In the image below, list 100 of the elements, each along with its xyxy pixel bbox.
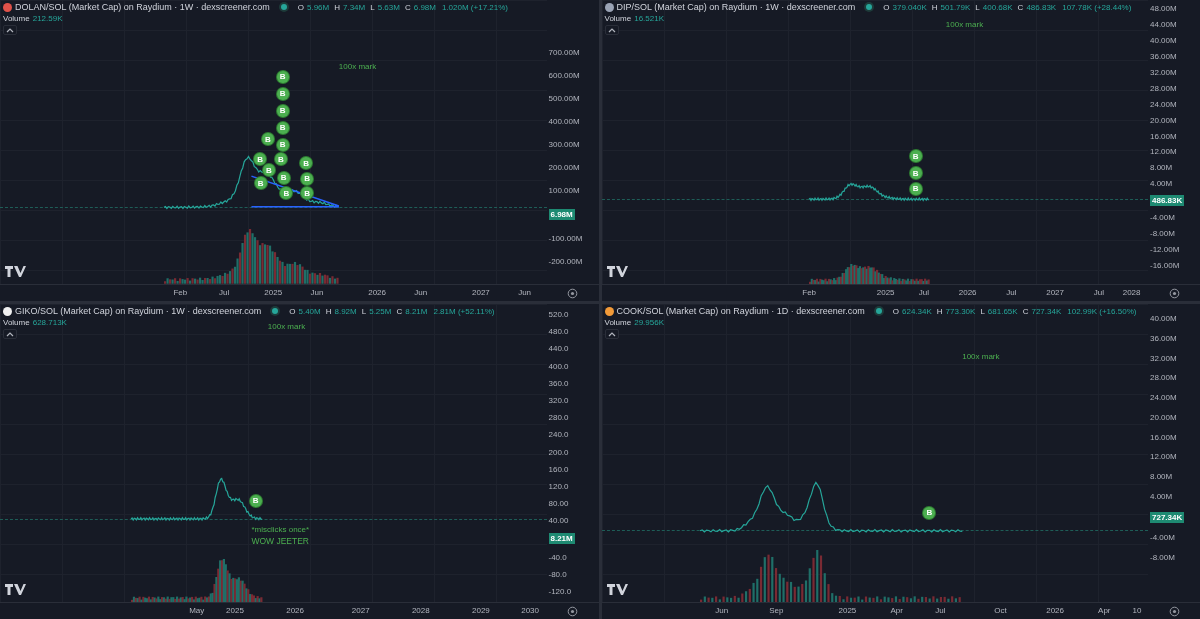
axis-label: 2028 — [411, 606, 430, 615]
axis-label: -8.00M — [1150, 229, 1175, 239]
axis-label: May — [189, 606, 205, 615]
ohlc-label: H — [334, 2, 340, 12]
caret-icon — [6, 27, 14, 33]
axis-label: Apr — [890, 606, 903, 615]
axis-label: 400.00M — [548, 117, 580, 126]
axis-label: Jul — [935, 606, 946, 615]
axis-label: 4.00M — [1150, 491, 1173, 501]
axis-label: 320.0 — [548, 395, 569, 405]
buy-marker: B — [261, 133, 274, 146]
logo-icon — [4, 264, 26, 278]
settings-icon[interactable] — [567, 605, 578, 617]
volume-label: Volume — [3, 318, 30, 327]
axis-label: 32.00M — [1150, 67, 1177, 77]
axis-label: Jun — [310, 288, 324, 297]
axis-label: Jun — [518, 288, 532, 297]
ohlc-label: O — [892, 306, 899, 316]
settings-icon[interactable] — [1168, 287, 1180, 299]
axis-label: 520.0 — [548, 310, 569, 319]
axis-label: 48.00M — [1150, 4, 1177, 13]
axis-label: 12.00M — [1150, 147, 1177, 157]
ohlc-label: C — [404, 2, 411, 12]
chart-annotation: WOW JEETER — [251, 536, 309, 547]
volume-value: 212.59K — [32, 14, 63, 23]
ohlc-label: L — [975, 2, 980, 12]
axis-label: 40.00 — [548, 516, 569, 526]
ohlc-value: 5.40M — [298, 306, 321, 316]
axis-label: 2029 — [472, 606, 490, 615]
chart-title: DOLAN/SOL (Market Cap) on Raydium · 1W · dexscreener.com — [15, 2, 270, 12]
buy-marker: B — [249, 494, 262, 507]
ohlc-value: 624.34K — [902, 306, 932, 316]
ohlc-value: 5.25M — [369, 306, 392, 316]
ohlc-label: H — [931, 2, 938, 12]
ohlc-label: O — [883, 2, 890, 12]
axis-label: -200.00M — [548, 257, 583, 266]
collapse-button[interactable] — [3, 329, 17, 339]
chart-title: GIKO/SOL (Market Cap) on Raydium · 1W · dexscreener.com — [15, 306, 262, 316]
axis-label: -120.0 — [548, 587, 572, 596]
axis-label: 700.00M — [548, 48, 580, 57]
axis-label: 360.0 — [548, 378, 569, 388]
volume-value: 29.956K — [634, 318, 664, 327]
collapse-button[interactable] — [3, 25, 17, 35]
price-change: 2.81M (+52.11%) — [433, 306, 495, 316]
axis-label: 240.0 — [548, 430, 569, 440]
axis-label: 12.00M — [1150, 452, 1177, 462]
axis-label: Feb — [173, 288, 188, 297]
volume-value: 16.521K — [634, 14, 664, 23]
chart-annotation: *misclicks once* — [251, 524, 310, 534]
price-badge: 727.34K — [1150, 511, 1185, 523]
collapse-button[interactable] — [604, 25, 619, 35]
axis-label: 120.0 — [548, 481, 569, 491]
ohlc-value: 501.79K — [940, 2, 971, 12]
ohlc-value: 727.34K — [1031, 306, 1062, 316]
axis-label: 40.00M — [1150, 35, 1177, 45]
axis-label: Feb — [802, 288, 817, 297]
axis-label: 2028 — [1122, 288, 1141, 297]
axis-label: -12.00M — [1150, 245, 1180, 255]
ohlc-label: C — [1017, 2, 1024, 12]
logo-icon — [4, 582, 26, 596]
axis-label: 4.00M — [1150, 179, 1173, 189]
axis-label: 2026 — [286, 606, 304, 615]
axis-label: Jul — [218, 288, 230, 297]
axis-label: Apr — [1098, 606, 1111, 615]
ohlc-value: 5.96M — [307, 2, 330, 12]
axis-label: 2025 — [226, 606, 244, 615]
axis-label: 2026 — [958, 288, 977, 297]
axis-label: 2027 — [1046, 288, 1064, 297]
buy-marker: B — [262, 164, 275, 177]
axis-label: 32.00M — [1150, 353, 1177, 363]
axis-label: -4.00M — [1150, 533, 1175, 543]
status-dot-icon — [272, 308, 279, 314]
axis-label: 600.00M — [548, 71, 580, 80]
axis-label: 40.00M — [1150, 314, 1177, 323]
axis-label: 2027 — [351, 606, 370, 615]
axis-label: 2025 — [838, 606, 857, 615]
buy-marker: B — [301, 187, 314, 200]
axis-label: 2026 — [368, 288, 386, 297]
logo-icon — [605, 582, 628, 596]
volume-label: Volume — [604, 318, 632, 327]
buy-marker: B — [923, 506, 936, 519]
axis-label: 20.00M — [1150, 412, 1177, 422]
price-badge: 8.21M — [548, 533, 575, 545]
buy-marker: B — [254, 177, 267, 190]
buy-marker: B — [280, 187, 293, 200]
ohlc-value: 5.63M — [377, 2, 400, 12]
price-change: 1.020M (+17.21%) — [441, 2, 508, 12]
axis-label: 100.00M — [548, 186, 580, 195]
axis-label: 28.00M — [1150, 373, 1177, 383]
collapse-button[interactable] — [604, 329, 619, 339]
buy-marker: B — [254, 153, 267, 166]
settings-icon[interactable] — [1168, 605, 1180, 617]
buy-marker: B — [909, 150, 922, 163]
axis-label: -100.00M — [548, 234, 583, 243]
axis-label: 280.0 — [548, 413, 569, 423]
buy-marker: B — [276, 121, 289, 134]
ohlc-label: H — [936, 306, 943, 316]
ohlc-value: 8.92M — [334, 306, 357, 316]
axis-label: Oct — [994, 606, 1007, 615]
settings-icon[interactable] — [567, 287, 578, 299]
